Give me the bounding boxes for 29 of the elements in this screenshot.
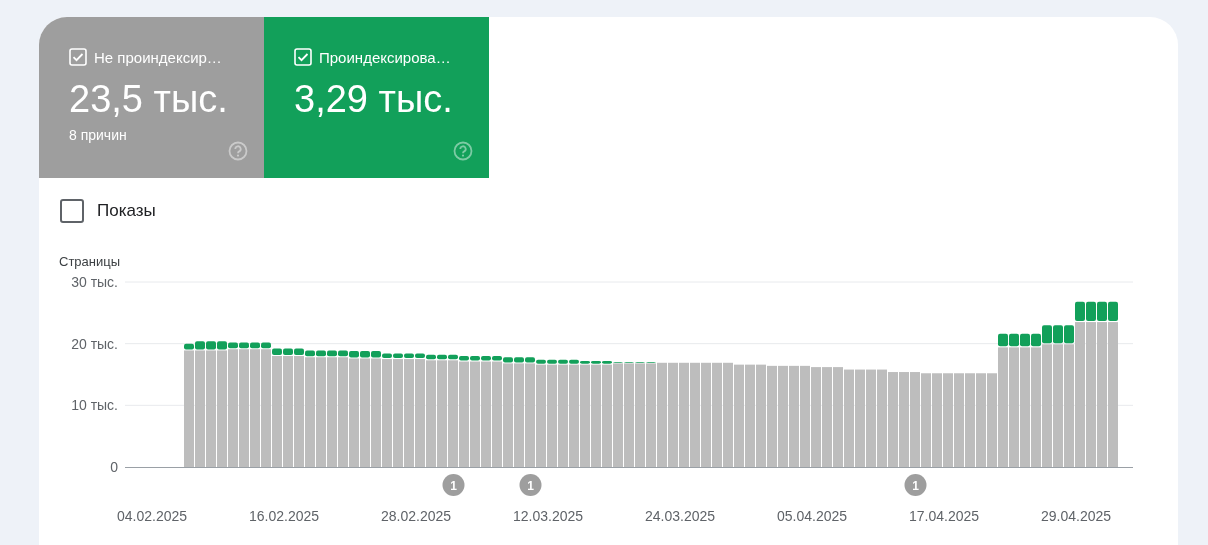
- status-tile[interactable]: Не проиндексир… 23,5 тыс. 8 причин: [39, 17, 264, 178]
- tick-label: 24.03.2025: [644, 508, 716, 524]
- tick-label: 12.03.2025: [512, 508, 584, 524]
- axis-title: Страницы: [59, 254, 121, 269]
- checked-checkbox-icon[interactable]: [69, 48, 87, 66]
- tile-value: 3,29 тыс.: [294, 79, 454, 119]
- annotation-marker[interactable]: 1: [904, 474, 927, 496]
- tick-label: 05.04.2025: [776, 508, 848, 524]
- checked-checkbox-icon[interactable]: [294, 48, 312, 66]
- annotation-marker[interactable]: 1: [442, 474, 465, 496]
- tile-subtitle: 8 причин: [69, 127, 128, 143]
- help-icon[interactable]: [453, 141, 473, 161]
- tick-label: 30 тыс.: [71, 274, 118, 290]
- checkbox-label[interactable]: Показы: [97, 201, 156, 221]
- help-icon[interactable]: [228, 141, 248, 161]
- tick-label: 29.04.2025: [1040, 508, 1112, 524]
- tile-label[interactable]: Проиндексирова…: [319, 48, 451, 66]
- tick-label: 10 тыс.: [71, 397, 118, 414]
- tick-label: 20 тыс.: [71, 335, 118, 352]
- tick-label: 0: [110, 459, 118, 475]
- checkbox[interactable]: [60, 199, 84, 223]
- tile-value: 23,5 тыс.: [69, 79, 229, 119]
- annotation-marker[interactable]: 1: [519, 474, 542, 496]
- tile-label[interactable]: Не проиндексир…: [94, 48, 222, 66]
- tick-label: 17.04.2025: [908, 508, 980, 524]
- tick-label: 16.02.2025: [248, 508, 320, 524]
- tick-label: 04.02.2025: [116, 508, 188, 524]
- tick-label: 28.02.2025: [380, 508, 452, 524]
- status-tile[interactable]: Проиндексирова… 3,29 тыс.: [264, 17, 489, 178]
